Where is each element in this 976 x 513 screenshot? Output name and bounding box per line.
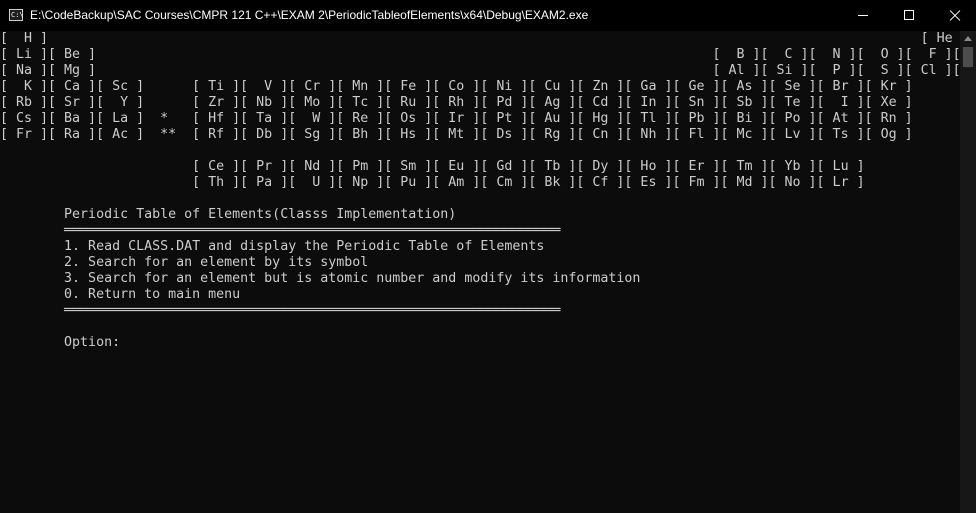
menu-option-3: 3. Search for an element but is atomic n… (0, 271, 641, 286)
title-bar[interactable]: C:\ E:\CodeBackup\SAC Courses\CMPR 121 C… (0, 0, 976, 31)
console-app-icon[interactable]: C:\ (9, 9, 24, 21)
maximize-icon (904, 10, 914, 20)
vertical-scrollbar[interactable] (960, 31, 976, 513)
scroll-thumb[interactable] (963, 47, 973, 67)
window-title: E:\CodeBackup\SAC Courses\CMPR 121 C++\E… (30, 8, 589, 22)
console-icon-label: C:\ (11, 11, 24, 19)
maximize-button[interactable] (886, 0, 932, 31)
table-row-period-2: [ Li ][ Be ] [ B ][ C ][ N ][ O ][ F ][ … (0, 47, 960, 62)
menu-option-1: 1. Read CLASS.DAT and display the Period… (0, 239, 545, 254)
table-row-period-3: [ Na ][ Mg ] [ Al ][ Si ][ P ][ S ][ Cl … (0, 63, 960, 78)
table-row-period-4: [ K ][ Ca ][ Sc ] [ Ti ][ V ][ Cr ][ Mn … (0, 79, 913, 94)
menu-option-0: 0. Return to main menu (0, 287, 241, 302)
console-output[interactable]: [ H ] [ He ][ Li ][ Be ] [B][C][N]… (0, 31, 960, 513)
menu-title: Periodic Table of Elements(Classs Implem… (0, 207, 457, 222)
console-text: [ H ] [ He ][ Li ][ Be ] [B][C][N]… (0, 31, 960, 351)
scroll-up-arrow-icon[interactable] (964, 36, 972, 41)
menu-divider-bottom: ════════════════════════════════════════… (0, 303, 561, 318)
table-row-period-1: [ H ] [ He ] (0, 31, 960, 46)
minimize-icon (858, 15, 868, 16)
table-row-period-5: [ Rb ][ Sr ][ Y ] [ Zr ][ Nb ][ Mo ][ Tc… (0, 95, 913, 110)
minimize-button[interactable] (840, 0, 886, 31)
lanthanides-row: [ Ce ][ Pr ][ Nd ][ Pm ][ Sm ][ Eu ][ Gd… (0, 159, 865, 174)
console-window: C:\ E:\CodeBackup\SAC Courses\CMPR 121 C… (0, 0, 976, 513)
actinides-row: [ Th ][ Pa ][ U ][ Np ][ Pu ][ Am ][ Cm … (0, 175, 865, 190)
menu-divider-top: ════════════════════════════════════════… (0, 223, 561, 238)
close-button[interactable] (932, 0, 976, 31)
menu-option-2: 2. Search for an element by its symbol (0, 255, 369, 270)
table-row-period-7: [ Fr ][ Ra ][ Ac ] ** [ Rf ][ Db ][ Sg ]… (0, 127, 913, 142)
table-row-period-6: [ Cs ][ Ba ][ La ] * [ Hf ][ Ta ][ W ][ … (0, 111, 913, 126)
option-prompt[interactable]: Option: (0, 335, 960, 351)
